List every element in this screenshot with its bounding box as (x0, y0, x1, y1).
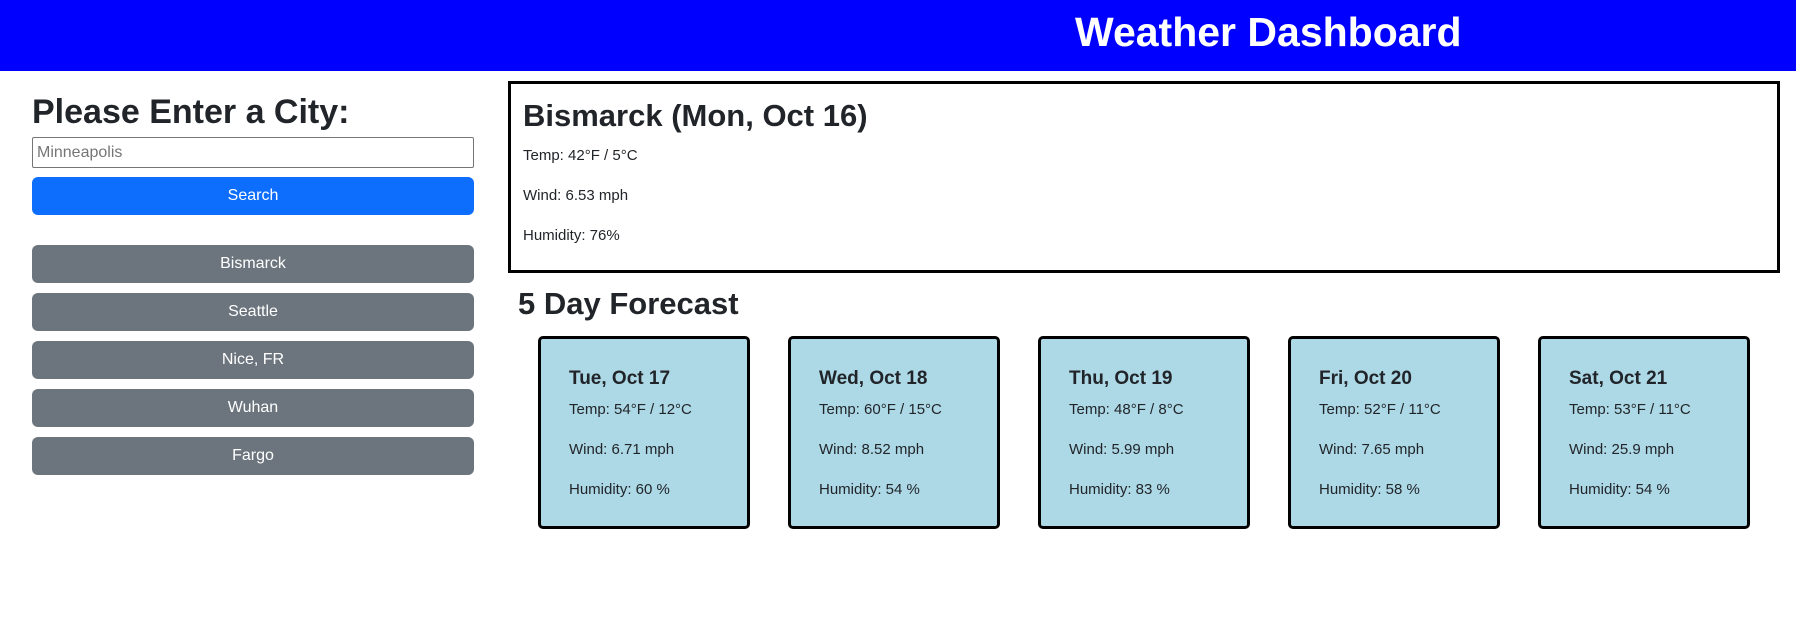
forecast-temp: Temp: 48°F / 8°C (1069, 401, 1184, 418)
current-temp: Temp: 42°F / 5°C (523, 147, 638, 164)
current-weather-panel: Bismarck (Mon, Oct 16) Temp: 42°F / 5°C … (508, 81, 1780, 273)
forecast-date: Sat, Oct 21 (1569, 368, 1668, 389)
forecast-wind: Wind: 7.65 mph (1319, 441, 1425, 458)
city-prompt-heading: Please Enter a City: (32, 93, 350, 131)
city-search-input[interactable] (32, 137, 474, 168)
forecast-temp: Temp: 53°F / 11°C (1569, 401, 1691, 418)
history-button-bismarck[interactable]: Bismarck (32, 245, 474, 283)
forecast-humidity: Humidity: 54 % (819, 481, 920, 498)
forecast-heading: 5 Day Forecast (518, 286, 739, 321)
forecast-card: Thu, Oct 19 Temp: 48°F / 8°C Wind: 5.99 … (1038, 336, 1250, 529)
history-button-seattle[interactable]: Seattle (32, 293, 474, 331)
forecast-date: Wed, Oct 18 (819, 368, 928, 389)
history-button-nice[interactable]: Nice, FR (32, 341, 474, 379)
forecast-humidity: Humidity: 83 % (1069, 481, 1170, 498)
forecast-wind: Wind: 25.9 mph (1569, 441, 1675, 458)
forecast-humidity: Humidity: 54 % (1569, 481, 1670, 498)
forecast-date: Fri, Oct 20 (1319, 368, 1412, 389)
forecast-wind: Wind: 8.52 mph (819, 441, 925, 458)
forecast-card: Fri, Oct 20 Temp: 52°F / 11°C Wind: 7.65… (1288, 336, 1500, 529)
forecast-humidity: Humidity: 60 % (569, 481, 670, 498)
current-wind: Wind: 6.53 mph (523, 187, 629, 204)
history-button-wuhan[interactable]: Wuhan (32, 389, 474, 427)
forecast-date: Tue, Oct 17 (569, 368, 671, 389)
forecast-card: Wed, Oct 18 Temp: 60°F / 15°C Wind: 8.52… (788, 336, 1000, 529)
history-button-fargo[interactable]: Fargo (32, 437, 474, 475)
page-header: Weather Dashboard (0, 0, 1796, 71)
forecast-temp: Temp: 54°F / 12°C (569, 401, 692, 418)
forecast-date: Thu, Oct 19 (1069, 368, 1173, 389)
current-humidity: Humidity: 76% (523, 227, 620, 244)
forecast-card: Sat, Oct 21 Temp: 53°F / 11°C Wind: 25.9… (1538, 336, 1750, 529)
forecast-temp: Temp: 60°F / 15°C (819, 401, 942, 418)
search-button[interactable]: Search (32, 177, 474, 215)
forecast-temp: Temp: 52°F / 11°C (1319, 401, 1441, 418)
forecast-wind: Wind: 5.99 mph (1069, 441, 1175, 458)
forecast-card: Tue, Oct 17 Temp: 54°F / 12°C Wind: 6.71… (538, 336, 750, 529)
page-title: Weather Dashboard (1075, 9, 1462, 55)
forecast-wind: Wind: 6.71 mph (569, 441, 675, 458)
forecast-humidity: Humidity: 58 % (1319, 481, 1420, 498)
current-weather-title: Bismarck (Mon, Oct 16) (523, 98, 868, 133)
